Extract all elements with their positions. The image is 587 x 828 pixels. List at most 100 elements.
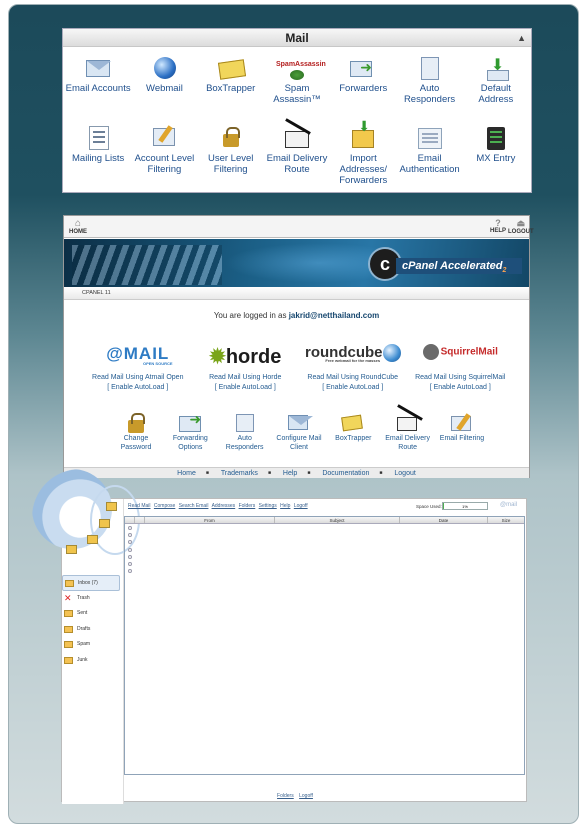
roundcube-logo[interactable]: roundcube Free webmail for the masses <box>299 344 407 368</box>
default-address-item[interactable]: Default Address <box>463 55 529 121</box>
folder-inbox[interactable]: Inbox (7) <box>62 575 120 591</box>
settings-icon[interactable] <box>66 545 77 554</box>
select-column[interactable] <box>125 517 135 523</box>
folder-drafts[interactable]: Drafts <box>62 622 120 638</box>
read-mail-link[interactable]: Read Mail Using Horde <box>192 374 300 381</box>
boxtrapper-tool[interactable]: BoxTrapper <box>326 414 380 452</box>
item-label: Email Delivery Route <box>266 153 328 175</box>
logout-link[interactable]: ⏏ LOGOUT <box>508 218 534 235</box>
mx-entry-item[interactable]: MX Entry <box>463 125 529 191</box>
spam-assassin-item[interactable]: SpamAssassin Spam Assassin™ <box>264 55 330 121</box>
folder-junk[interactable]: Junk <box>62 653 120 669</box>
item-label: Import Addresses/ Forwarders <box>339 153 388 186</box>
message-row[interactable] <box>125 546 524 553</box>
message-row[interactable] <box>125 531 524 538</box>
forwarders-item[interactable]: Forwarders <box>330 55 396 121</box>
footer-folders-link[interactable]: Folders <box>277 793 294 799</box>
flag-column[interactable] <box>135 517 145 523</box>
message-status-icon <box>128 554 132 559</box>
user-level-filtering-item[interactable]: User Level Filtering <box>198 125 264 191</box>
auto-responders-item[interactable]: Auto Responders <box>396 55 462 121</box>
addressbook-icon[interactable] <box>99 519 110 528</box>
webmail-clients: @MAIL OPEN SOURCE Read Mail Using Atmail … <box>84 344 514 391</box>
enable-autoload-link[interactable]: [ Enable AutoLoad ] <box>84 384 192 391</box>
message-row[interactable] <box>125 524 524 531</box>
footer-logoff-link[interactable]: Logoff <box>299 793 313 799</box>
folder-sent[interactable]: Sent <box>62 606 120 622</box>
lock-icon <box>125 413 147 433</box>
auto-responders-tool[interactable]: Auto Responders <box>218 414 272 452</box>
box-icon <box>341 414 364 432</box>
email-delivery-route-tool[interactable]: Email Delivery Route <box>381 414 435 452</box>
spam-folder-icon <box>64 641 73 649</box>
column-subject[interactable]: Subject <box>275 517 400 523</box>
column-from[interactable]: From <box>145 517 275 523</box>
footer-documentation-link[interactable]: Documentation <box>322 470 369 477</box>
nav-addresses[interactable]: Addresses <box>212 503 236 509</box>
enable-autoload-link[interactable]: [ Enable AutoLoad ] <box>192 384 300 391</box>
nav-read-mail[interactable]: Read Mail <box>128 503 151 509</box>
mail-panel-header[interactable]: Mail ▲ <box>63 29 531 47</box>
footer-help-link[interactable]: Help <box>283 470 297 477</box>
item-label: BoxTrapper <box>206 83 256 94</box>
message-row[interactable] <box>125 553 524 560</box>
mailing-lists-item[interactable]: Mailing Lists <box>65 125 131 191</box>
message-list: From Subject Date Size <box>124 516 525 775</box>
email-accounts-item[interactable]: Email Accounts <box>65 55 131 121</box>
read-mail-link[interactable]: Read Mail Using RoundCube <box>299 374 407 381</box>
message-status-icon <box>128 569 132 574</box>
delivery-route-icon <box>282 125 312 151</box>
client-roundcube[interactable]: roundcube Free webmail for the masses Rea… <box>299 344 407 391</box>
home-link[interactable]: ⌂ HOME <box>69 218 87 235</box>
message-row[interactable] <box>125 560 524 567</box>
enable-autoload-link[interactable]: [ Enable AutoLoad ] <box>299 384 407 391</box>
nav-search-email[interactable]: Search Email <box>179 503 209 509</box>
column-size[interactable]: Size <box>488 517 524 523</box>
message-row[interactable] <box>125 567 524 574</box>
import-addresses-item[interactable]: Import Addresses/ Forwarders <box>330 119 396 191</box>
configure-mail-client-tool[interactable]: Configure Mail Client <box>272 414 326 452</box>
email-filtering-tool[interactable]: Email Filtering <box>435 414 489 452</box>
nav-folders[interactable]: Folders <box>239 503 256 509</box>
folder-icon[interactable] <box>87 535 98 544</box>
item-label: Forwarders <box>339 83 388 94</box>
item-label: User Level Filtering <box>207 153 254 175</box>
folder-trash[interactable]: Trash <box>62 591 120 607</box>
horde-logo[interactable]: ✹horde <box>192 344 300 368</box>
nav-settings[interactable]: Settings <box>259 503 277 509</box>
account-level-filtering-item[interactable]: Account Level Filtering <box>131 125 197 191</box>
email-authentication-item[interactable]: Email Authentication <box>396 125 462 191</box>
message-row[interactable] <box>125 538 524 545</box>
change-password-tool[interactable]: Change Password <box>109 413 163 452</box>
envelope-icon <box>83 55 113 81</box>
squirrelmail-logo[interactable]: SquirrelMail <box>407 344 515 368</box>
client-atmail[interactable]: @MAIL OPEN SOURCE Read Mail Using Atmail … <box>84 344 192 391</box>
read-mail-link[interactable]: Read Mail Using Atmail Open <box>84 374 192 381</box>
read-mail-link[interactable]: Read Mail Using SquirrelMail <box>407 374 515 381</box>
column-date[interactable]: Date <box>400 517 488 523</box>
webmail-item[interactable]: Webmail <box>131 55 197 121</box>
footer-home-link[interactable]: Home <box>177 470 196 477</box>
footer-logout-link[interactable]: Logout <box>394 470 415 477</box>
compose-icon[interactable] <box>106 502 117 511</box>
trash-icon <box>64 591 73 607</box>
collapse-icon[interactable]: ▲ <box>517 29 526 47</box>
logout-icon: ⏏ <box>516 218 526 228</box>
footer-trademarks-link[interactable]: Trademarks <box>221 470 258 477</box>
help-link[interactable]: ? HELP <box>490 218 506 234</box>
nav-help[interactable]: Help <box>280 503 290 509</box>
item-label: Mailing Lists <box>72 153 125 164</box>
client-horde[interactable]: ✹horde Read Mail Using Horde [ Enable Au… <box>192 344 300 391</box>
forwarding-options-tool[interactable]: Forwarding Options <box>163 414 217 452</box>
enable-autoload-link[interactable]: [ Enable AutoLoad ] <box>407 384 515 391</box>
nav-compose[interactable]: Compose <box>154 503 175 509</box>
item-label: Email Accounts <box>65 83 131 94</box>
webmail-inbox-panel: Inbox (7) Trash Sent Drafts Spam Junk Re… <box>32 469 527 804</box>
client-squirrelmail[interactable]: SquirrelMail Read Mail Using SquirrelMai… <box>407 344 515 391</box>
nav-logoff[interactable]: Logoff <box>294 503 308 509</box>
boxtrapper-item[interactable]: BoxTrapper <box>198 55 264 121</box>
email-delivery-route-item[interactable]: Email Delivery Route <box>264 125 330 191</box>
atmail-logo[interactable]: @MAIL OPEN SOURCE <box>84 344 192 368</box>
folder-spam[interactable]: Spam <box>62 637 120 653</box>
inbox-icon <box>65 580 74 587</box>
